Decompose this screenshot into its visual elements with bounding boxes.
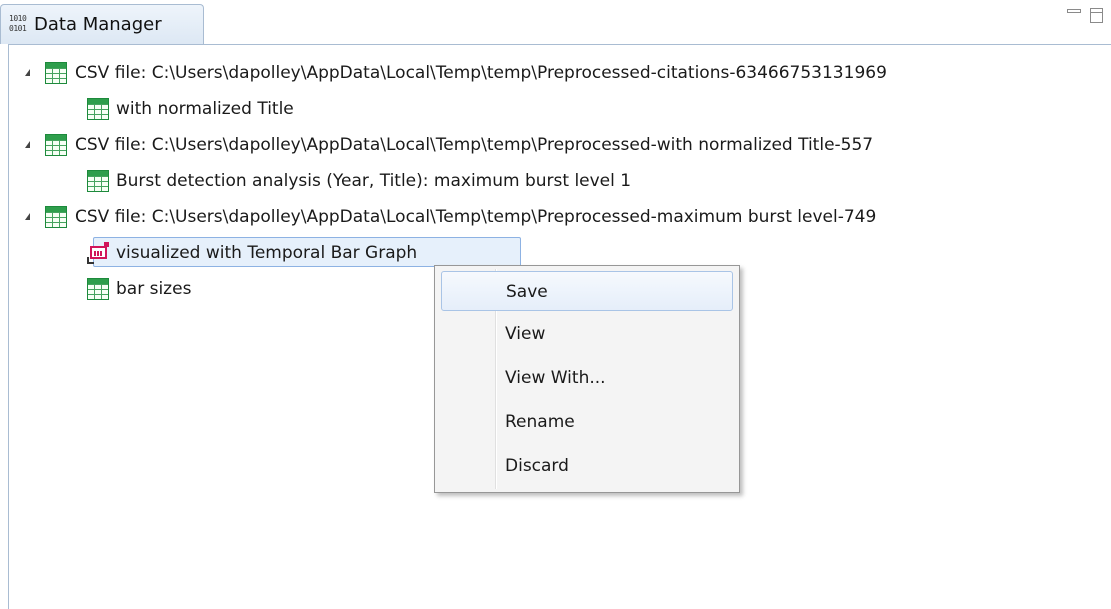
tree-row[interactable]: Burst detection analysis (Year, Title): … <box>9 163 1109 199</box>
tree-item-label: with normalized Title <box>116 99 294 119</box>
collapse-arrow-icon[interactable] <box>25 69 30 76</box>
view-tabstrip: 1010 0101 Data Manager <box>0 0 1111 44</box>
tree-item-label: CSV file: C:\Users\dapolley\AppData\Loca… <box>75 135 874 155</box>
menu-item-save[interactable]: Save <box>441 271 733 311</box>
tree-item-label: CSV file: C:\Users\dapolley\AppData\Loca… <box>75 63 887 83</box>
tree-row[interactable]: CSV file: C:\Users\dapolley\AppData\Loca… <box>9 127 1109 163</box>
collapse-arrow-icon[interactable] <box>25 141 30 148</box>
context-menu: Save View View With... Rename Discard <box>434 265 740 493</box>
tree-item-label: visualized with Temporal Bar Graph <box>116 243 418 263</box>
table-icon <box>87 278 109 300</box>
tree-item-label: bar sizes <box>116 279 192 299</box>
maximize-icon[interactable] <box>1090 8 1103 23</box>
menu-item-rename[interactable]: Rename <box>441 402 733 442</box>
binary-data-icon: 1010 0101 <box>9 14 29 36</box>
table-icon <box>45 62 67 84</box>
table-icon <box>87 98 109 120</box>
minimize-icon[interactable] <box>1067 9 1081 13</box>
menu-item-label: Discard <box>505 456 569 476</box>
table-icon <box>87 170 109 192</box>
menu-item-discard[interactable]: Discard <box>441 446 733 486</box>
tab-data-manager[interactable]: 1010 0101 Data Manager <box>0 4 204 44</box>
tree-item-label: CSV file: C:\Users\dapolley\AppData\Loca… <box>75 207 877 227</box>
tree-item-label: Burst detection analysis (Year, Title): … <box>116 171 632 191</box>
menu-item-label: View <box>505 324 546 344</box>
menu-item-view[interactable]: View <box>441 314 733 354</box>
menu-item-label: Save <box>506 282 548 302</box>
collapse-arrow-icon[interactable] <box>25 213 30 220</box>
table-icon <box>45 206 67 228</box>
binary-data-icon-line: 0101 <box>9 24 27 33</box>
table-icon <box>45 134 67 156</box>
binary-data-icon-line: 1010 <box>9 14 27 23</box>
menu-item-label: View With... <box>505 368 606 388</box>
tree-row[interactable]: with normalized Title <box>9 91 1109 127</box>
tree-row[interactable]: CSV file: C:\Users\dapolley\AppData\Loca… <box>9 199 1109 235</box>
tab-title: Data Manager <box>34 14 162 35</box>
menu-item-view-with[interactable]: View With... <box>441 358 733 398</box>
menu-item-label: Rename <box>505 412 575 432</box>
visualization-icon <box>87 242 109 264</box>
tree-row[interactable]: CSV file: C:\Users\dapolley\AppData\Loca… <box>9 55 1109 91</box>
